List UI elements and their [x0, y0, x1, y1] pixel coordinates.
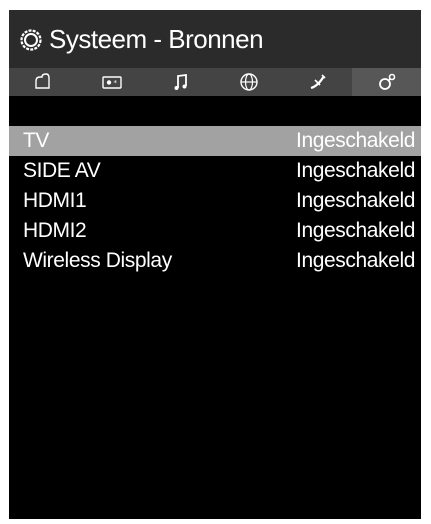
gear-icon [20, 29, 42, 51]
source-name: SIDE AV [23, 159, 101, 182]
sources-list: TV Ingeschakeld SIDE AV Ingeschakeld HDM… [9, 126, 421, 276]
source-status: Ingeschakeld [296, 159, 415, 182]
tab-globe[interactable] [215, 68, 284, 96]
list-item[interactable]: TV Ingeschakeld [9, 126, 421, 156]
list-item[interactable]: HDMI1 Ingeschakeld [9, 186, 421, 216]
list-item[interactable]: Wireless Display Ingeschakeld [9, 246, 421, 276]
source-status: Ingeschakeld [296, 129, 415, 152]
settings-icon [378, 73, 395, 90]
source-name: HDMI1 [23, 189, 87, 212]
menu-header: Systeem - Bronnen [9, 10, 421, 68]
tab-system-settings[interactable] [352, 68, 421, 96]
tab-sound[interactable]: * [78, 68, 147, 96]
tab-satellite[interactable] [284, 68, 353, 96]
source-name: HDMI2 [23, 219, 87, 242]
page-title: Systeem - Bronnen [49, 24, 264, 54]
tab-picture[interactable] [9, 68, 78, 96]
list-item[interactable]: HDMI2 Ingeschakeld [9, 216, 421, 246]
source-status: Ingeschakeld [296, 219, 415, 242]
music-icon [174, 73, 187, 90]
source-name: TV [23, 129, 50, 152]
tab-music[interactable] [146, 68, 215, 96]
menu-tabs: * [9, 68, 421, 96]
globe-icon [240, 73, 259, 91]
satellite-icon [310, 74, 326, 90]
svg-text:*: * [114, 79, 118, 87]
menu-window: Systeem - Bronnen * TV Ingeschakeld SIDE… [9, 10, 421, 519]
source-status: Ingeschakeld [296, 249, 415, 272]
source-status: Ingeschakeld [296, 189, 415, 212]
source-name: Wireless Display [23, 249, 172, 272]
picture-icon [35, 73, 51, 89]
sound-icon: * [102, 76, 122, 89]
list-item[interactable]: SIDE AV Ingeschakeld [9, 156, 421, 186]
